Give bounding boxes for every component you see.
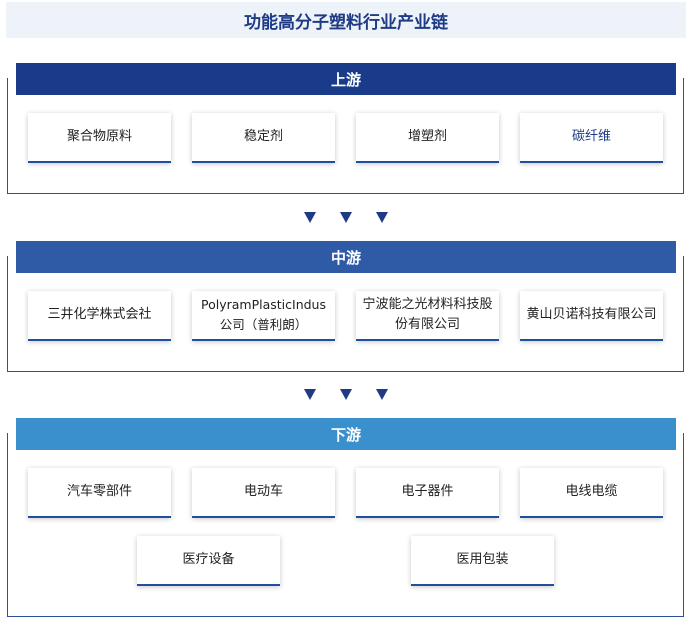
downstream-item-ev: 电动车 [192, 468, 335, 518]
midstream-item-huangshan: 黄山贝诺科技有限公司 [520, 291, 663, 341]
downstream-item-auto-parts: 汽车零部件 [28, 468, 171, 518]
downstream-item-electronics: 电子器件 [356, 468, 499, 518]
downstream-item-medical-device: 医疗设备 [137, 536, 280, 586]
upstream-item-carbon-fiber: 碳纤维 [520, 113, 663, 163]
midstream-item-ningbo: 宁波能之光材料科技股份有限公司 [356, 291, 499, 341]
midstream-section: 中游 三井化学株式会社 PolyramPlasticIndus公司（普利朗） 宁… [7, 241, 684, 372]
midstream-item-mitsui: 三井化学株式会社 [28, 291, 171, 341]
chart-title: 功能高分子塑料行业产业链 [6, 2, 686, 38]
downstream-item-wire-cable: 电线电缆 [520, 468, 663, 518]
upstream-item-stabilizer: 稳定剂 [192, 113, 335, 163]
down-arrow-icon [304, 389, 316, 400]
downstream-header: 下游 [16, 418, 676, 450]
down-arrow-icon [340, 389, 352, 400]
upstream-header: 上游 [16, 63, 676, 95]
downstream-item-medical-packaging: 医用包装 [411, 536, 554, 586]
down-arrow-icon [304, 212, 316, 223]
downstream-section: 下游 汽车零部件 电动车 电子器件 电线电缆 医疗设备 医用包装 [7, 418, 684, 617]
upstream-item-plasticizer: 增塑剂 [356, 113, 499, 163]
down-arrow-icon [376, 389, 388, 400]
midstream-item-polyram: PolyramPlasticIndus公司（普利朗） [192, 291, 335, 341]
down-arrow-icon [376, 212, 388, 223]
down-arrow-icon [340, 212, 352, 223]
upstream-section: 上游 聚合物原料 稳定剂 增塑剂 碳纤维 [7, 63, 684, 194]
upstream-item-polymer: 聚合物原料 [28, 113, 171, 163]
midstream-header: 中游 [16, 241, 676, 273]
